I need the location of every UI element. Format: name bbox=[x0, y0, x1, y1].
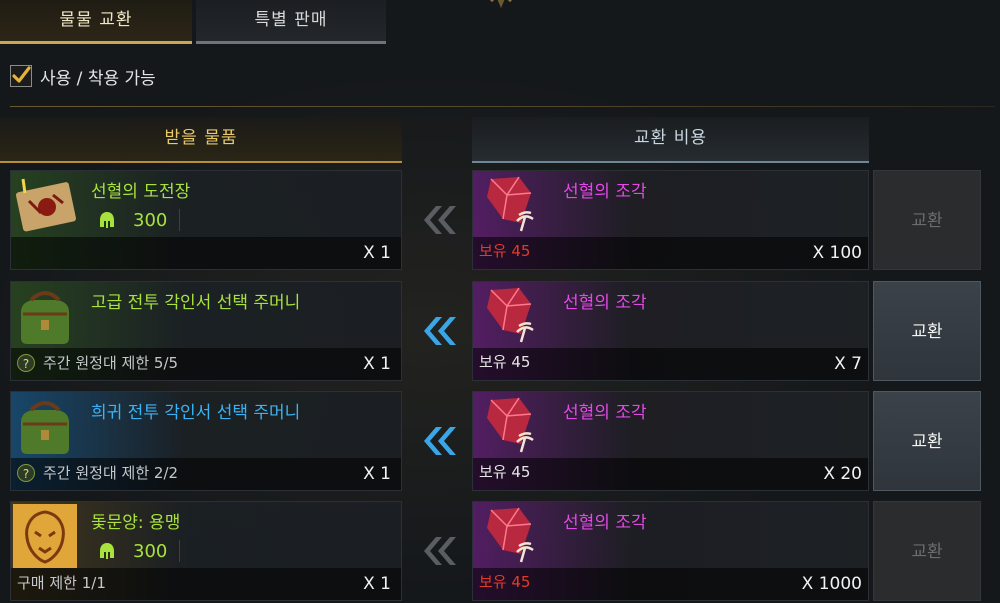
cost-item-panel[interactable]: 선혈의 조각보유 45 X 100 bbox=[472, 170, 869, 270]
divider bbox=[10, 106, 995, 107]
exchange-row: 선혈의 도전장 300 X 1 선혈의 조각보유 45 X 100 교환 bbox=[0, 170, 1000, 270]
cost-quantity: X 1000 bbox=[801, 574, 862, 594]
reward-item-panel[interactable]: 돛문양: 용맹 300 구매 제한 1/1 X 1 bbox=[10, 501, 402, 601]
cost-item-panel[interactable]: 선혈의 조각보유 45 X 1000 bbox=[472, 501, 869, 601]
map-scroll-icon bbox=[15, 178, 76, 232]
cost-item-panel[interactable]: 선혈의 조각보유 45 X 20 bbox=[472, 391, 869, 491]
exchange-button[interactable]: 교환 bbox=[873, 170, 981, 270]
purchase-limit-text: 주간 원정대 제한 2/2 bbox=[43, 464, 179, 482]
owned-count: 보유 45 bbox=[479, 242, 531, 260]
exchange-button[interactable]: 교환 bbox=[873, 391, 981, 491]
item-quantity: X 1 bbox=[363, 243, 391, 263]
exchange-button[interactable]: 교환 bbox=[873, 501, 981, 601]
exchange-arrow-icon bbox=[424, 427, 456, 455]
usable-filter[interactable]: 사용 / 착용 가능 bbox=[10, 62, 156, 90]
tab-bar: 물물 교환 특별 판매 bbox=[0, 0, 1000, 44]
item-quantity: X 1 bbox=[363, 464, 391, 484]
crest-ornament-icon bbox=[490, 0, 512, 8]
blood-shard-icon bbox=[487, 287, 534, 343]
usable-checkbox[interactable] bbox=[10, 65, 32, 87]
cost-quantity: X 7 bbox=[834, 354, 862, 374]
purchase-limit: 구매 제한 1/1 bbox=[17, 572, 106, 593]
cost-footer bbox=[473, 458, 868, 490]
exchange-cost-header: 교환 비용 bbox=[472, 117, 869, 163]
helmet-icon bbox=[100, 212, 114, 228]
price-separator bbox=[179, 540, 181, 562]
tab-special-sale[interactable]: 특별 판매 bbox=[196, 0, 386, 44]
tiger-emblem-icon bbox=[13, 504, 77, 568]
exchange-row: 고급 전투 각인서 선택 주머니? 주간 원정대 제한 5/5 X 1 선혈의 조각 보… bbox=[0, 281, 1000, 381]
cost-footer bbox=[473, 237, 868, 269]
green-bag-icon bbox=[21, 401, 69, 454]
price-value: 300 bbox=[133, 209, 168, 231]
cost-item-name: 선혈의 조각 bbox=[563, 403, 647, 423]
price-separator bbox=[179, 209, 181, 231]
item-footer bbox=[11, 237, 401, 269]
reward-item-panel[interactable]: 고급 전투 각인서 선택 주머니? 주간 원정대 제한 5/5 X 1 bbox=[10, 281, 402, 381]
green-bag-icon bbox=[21, 291, 69, 344]
item-name: 고급 전투 각인서 선택 주머니 bbox=[91, 293, 301, 313]
tab-barter[interactable]: 물물 교환 bbox=[0, 0, 192, 44]
cost-footer bbox=[473, 348, 868, 380]
exchange-arrow-icon bbox=[424, 537, 456, 565]
item-name: 희귀 전투 각인서 선택 주머니 bbox=[91, 403, 301, 423]
item-price: 300 bbox=[99, 538, 181, 564]
item-quantity: X 1 bbox=[363, 354, 391, 374]
help-icon[interactable]: ? bbox=[17, 463, 35, 482]
help-icon[interactable]: ? bbox=[17, 353, 35, 372]
cost-quantity: X 100 bbox=[812, 243, 863, 263]
purchase-limit: ? 주간 원정대 제한 5/5 bbox=[17, 352, 178, 373]
blood-shard-icon bbox=[487, 397, 534, 453]
exchange-row: 희귀 전투 각인서 선택 주머니? 주간 원정대 제한 2/2 X 1 선혈의 조각 보… bbox=[0, 391, 1000, 491]
price-value: 300 bbox=[133, 540, 168, 562]
cost-item-name: 선혈의 조각 bbox=[563, 513, 647, 533]
exchange-arrow-icon bbox=[424, 206, 456, 234]
helmet-icon bbox=[100, 543, 114, 559]
exchange-button[interactable]: 교환 bbox=[873, 281, 981, 381]
item-price: 300 bbox=[99, 207, 181, 233]
exchange-arrow-icon bbox=[424, 317, 456, 345]
owned-count: 보유 45 bbox=[479, 353, 531, 371]
cost-item-name: 선혈의 조각 bbox=[563, 293, 647, 313]
cost-item-name: 선혈의 조각 bbox=[563, 182, 647, 202]
cost-quantity: X 20 bbox=[823, 464, 862, 484]
owned-count: 보유 45 bbox=[479, 573, 531, 591]
blood-shard-icon bbox=[487, 507, 534, 563]
cost-item-panel[interactable]: 선혈의 조각보유 45 X 7 bbox=[472, 281, 869, 381]
exchange-row: 돛문양: 용맹 300 구매 제한 1/1 X 1 선혈의 조각보유 45 X 1000 교… bbox=[0, 501, 1000, 601]
reward-item-panel[interactable]: 희귀 전투 각인서 선택 주머니? 주간 원정대 제한 2/2 X 1 bbox=[10, 391, 402, 491]
item-quantity: X 1 bbox=[363, 574, 391, 594]
usable-filter-label: 사용 / 착용 가능 bbox=[40, 68, 156, 89]
purchase-limit: ? 주간 원정대 제한 2/2 bbox=[17, 462, 178, 483]
checkmark-icon bbox=[12, 66, 31, 83]
item-name: 선혈의 도전장 bbox=[91, 182, 191, 202]
blood-shard-icon bbox=[487, 176, 534, 232]
purchase-limit-text: 주간 원정대 제한 5/5 bbox=[43, 354, 179, 372]
item-name: 돛문양: 용맹 bbox=[91, 513, 181, 533]
receive-items-header: 받을 물품 bbox=[0, 117, 402, 163]
reward-item-panel[interactable]: 선혈의 도전장 300 X 1 bbox=[10, 170, 402, 270]
purchase-limit-text: 구매 제한 1/1 bbox=[17, 574, 106, 592]
owned-count: 보유 45 bbox=[479, 463, 531, 481]
